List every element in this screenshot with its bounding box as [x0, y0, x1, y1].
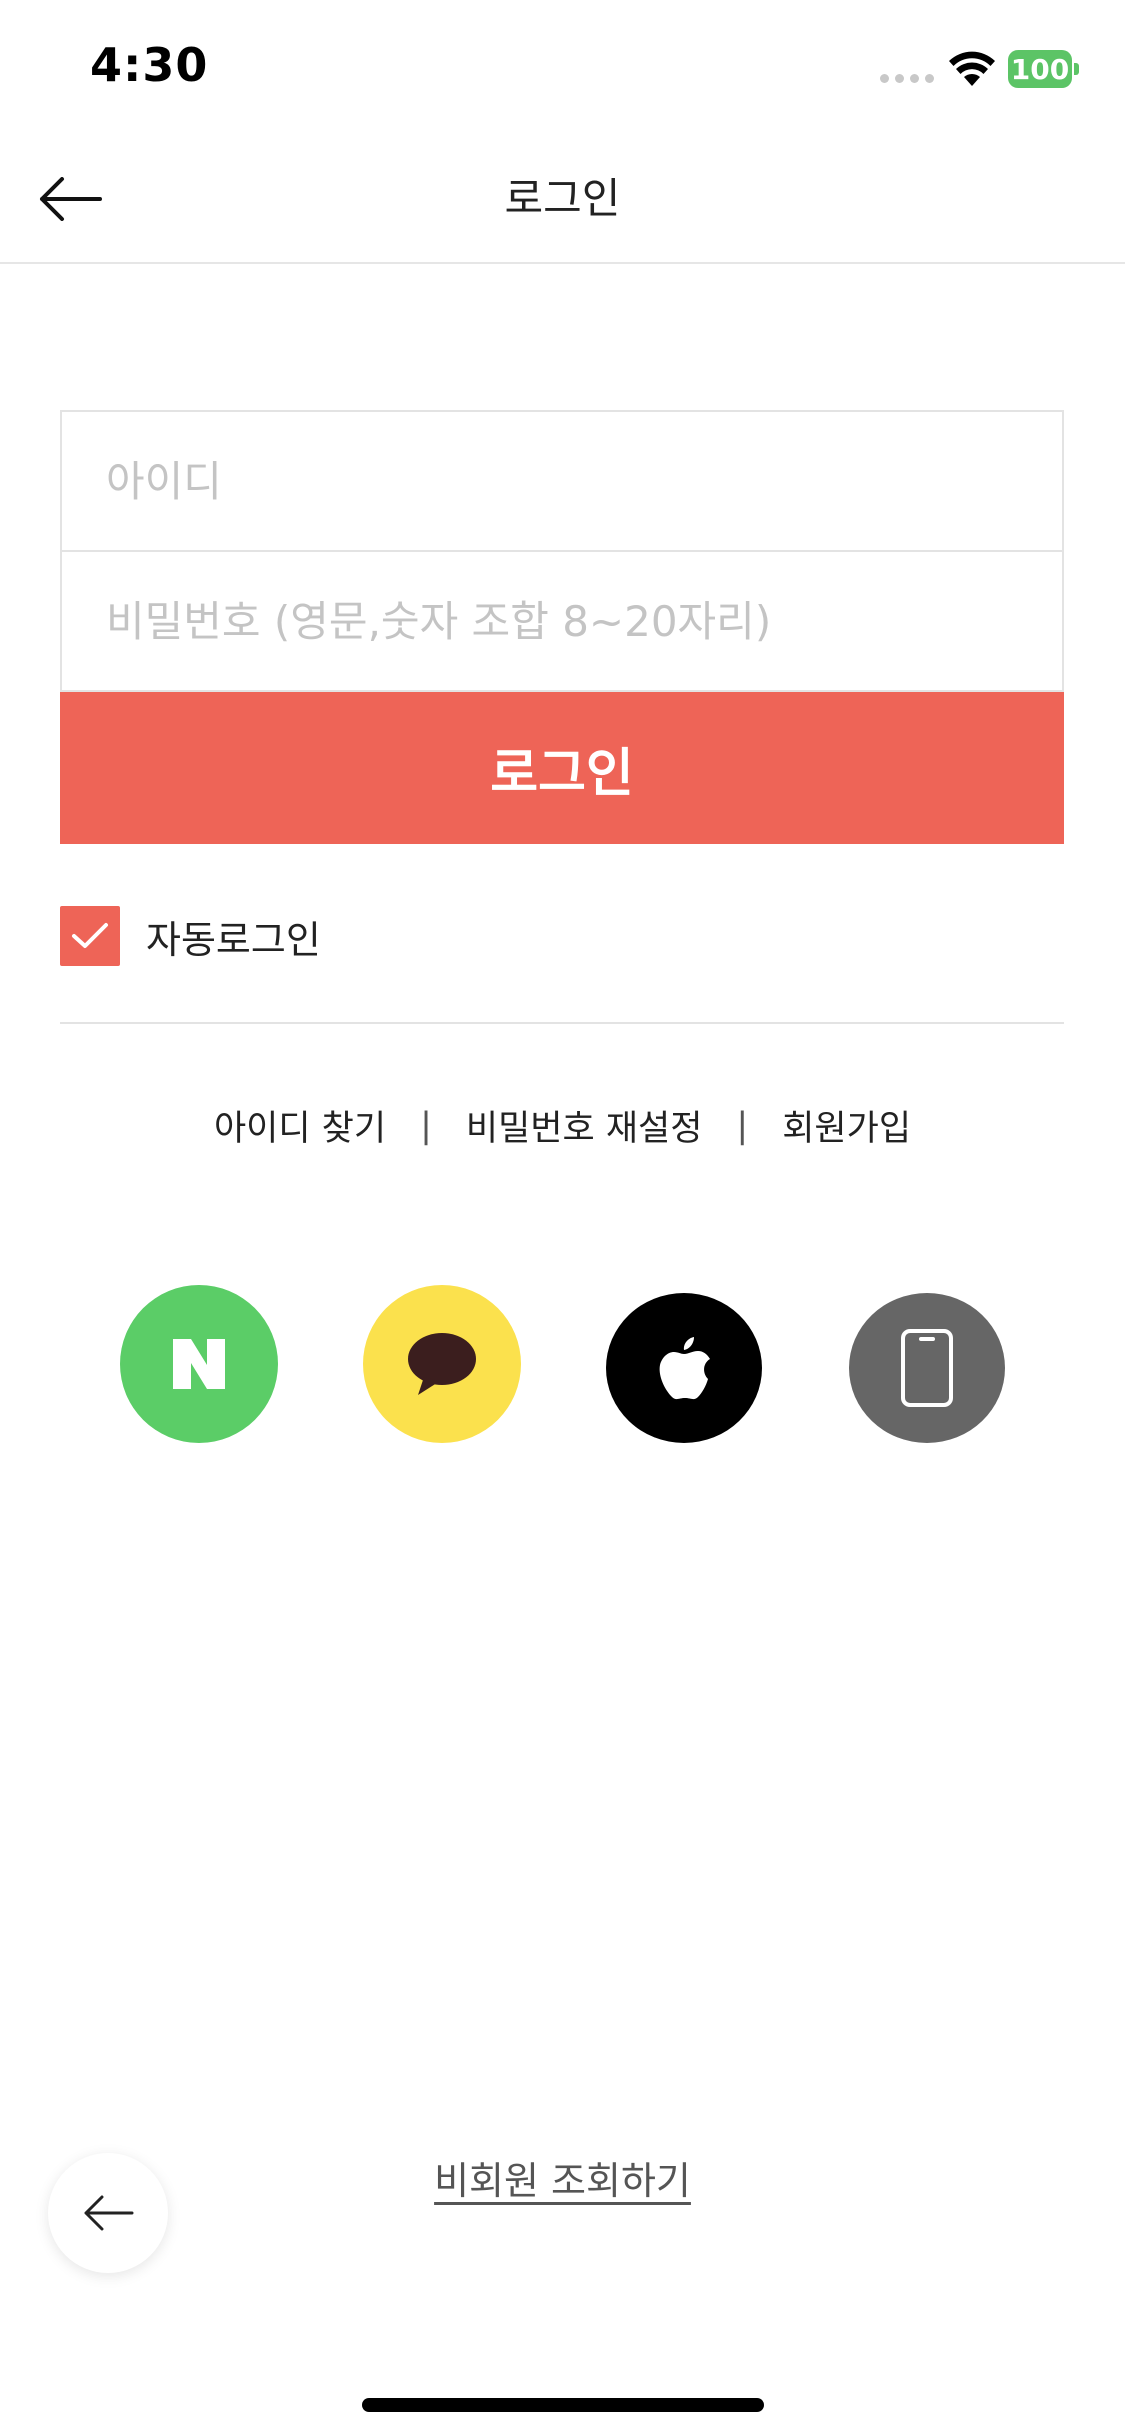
phone-icon — [901, 1329, 953, 1407]
signup-link[interactable]: 회원가입 — [782, 1100, 911, 1151]
kakao-icon — [408, 1333, 476, 1395]
auto-login-toggle[interactable]: 자동로그인 — [60, 906, 321, 966]
naver-login-button[interactable] — [120, 1285, 278, 1443]
auto-login-label: 자동로그인 — [146, 917, 321, 962]
password-input[interactable] — [60, 550, 1064, 692]
apple-icon — [659, 1337, 710, 1400]
login-form: 로그인 — [60, 410, 1064, 844]
guest-order-lookup: 비회원 조회하기 — [0, 2150, 1125, 2205]
reset-password-link[interactable]: 비밀번호 재설정 — [466, 1100, 703, 1151]
checkmark-icon — [72, 923, 108, 948]
id-input[interactable] — [60, 410, 1064, 552]
find-id-link[interactable]: 아이디 찾기 — [214, 1100, 386, 1151]
floating-back-button[interactable] — [48, 2153, 168, 2273]
apple-login-button[interactable] — [606, 1293, 762, 1443]
link-separator: | — [420, 1105, 432, 1146]
divider — [60, 1022, 1064, 1024]
guest-order-link[interactable]: 비회원 조회하기 — [434, 2159, 691, 2203]
kakao-login-button[interactable] — [363, 1285, 521, 1443]
phone-login-button[interactable] — [849, 1293, 1005, 1443]
wifi-icon — [949, 51, 995, 86]
home-indicator — [362, 2398, 764, 2412]
arrow-left-icon — [84, 2195, 134, 2231]
status-bar: 4:30 100 — [0, 0, 1125, 135]
account-links: 아이디 찾기 | 비밀번호 재설정 | 회원가입 — [0, 1100, 1125, 1151]
auto-login-checkbox[interactable] — [60, 906, 120, 966]
link-separator: | — [736, 1105, 749, 1146]
status-time: 4:30 — [90, 38, 209, 92]
cellular-signal-icon — [880, 74, 934, 83]
battery-icon: 100 — [1008, 50, 1080, 88]
battery-level: 100 — [1008, 50, 1072, 88]
naver-icon — [173, 1339, 225, 1389]
header: 로그인 — [0, 135, 1125, 264]
login-button[interactable]: 로그인 — [60, 692, 1064, 844]
page-title: 로그인 — [504, 174, 621, 223]
